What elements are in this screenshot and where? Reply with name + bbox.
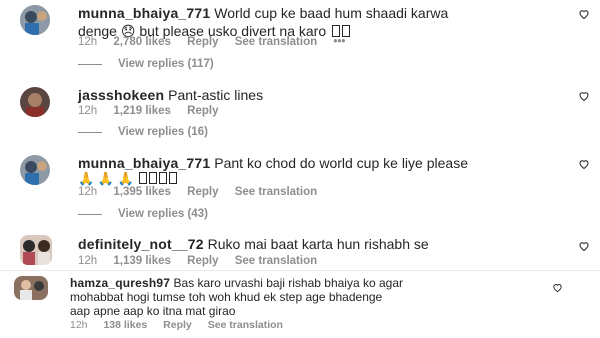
comment-text-line3: aap apne aap ko itna mat girao	[70, 304, 235, 318]
reply-button[interactable]: Reply	[163, 319, 192, 331]
section-divider	[0, 270, 600, 271]
heart-outline-icon[interactable]	[578, 8, 590, 20]
comment-body-line3: aap apne aap ko itna mat girao	[70, 304, 236, 318]
comment-meta: 12h 1,395 likes Reply See translation	[78, 185, 330, 199]
replies-divider-line	[78, 213, 102, 215]
view-replies-label: View replies (117)	[118, 58, 214, 70]
see-translation-link[interactable]: See translation	[235, 36, 317, 48]
avatar-definitely-not[interactable]	[20, 235, 52, 265]
comment-time: 12h	[70, 319, 88, 331]
comment-text: jassshokeen Pant-astic lines	[78, 87, 263, 104]
comment-likes[interactable]: 1,395 likes	[113, 186, 171, 198]
comment-text: hamza_quresh97 Bas karo urvashi baji ris…	[70, 276, 403, 290]
comment-time: 12h	[78, 105, 98, 117]
comment-body-line1: World cup ke baad hum shaadi karwa	[214, 5, 449, 21]
comment-body: Pant-astic lines	[168, 87, 264, 103]
comment-body: Ruko mai baat karta hun rishabh se	[207, 236, 429, 252]
comment-likes[interactable]: 1,139 likes	[113, 255, 171, 267]
heart-outline-icon[interactable]	[552, 282, 563, 293]
comment-meta: 12h 2,780 likes Reply See translation ••…	[78, 35, 358, 49]
comment-time: 12h	[78, 255, 98, 267]
avatar-image	[20, 235, 52, 265]
avatar-image	[20, 5, 50, 35]
comment-meta: 12h 1,219 likes Reply	[78, 104, 231, 118]
comment-body-line2: mohabbat hogi tumse toh woh khud ek step…	[70, 290, 383, 304]
avatar-hamza[interactable]	[14, 276, 48, 300]
comment-body-line1: Bas karo urvashi baji rishab bhaiya ko a…	[173, 276, 403, 290]
more-options-icon[interactable]: •••	[333, 36, 345, 48]
missing-glyph-icon	[159, 172, 168, 184]
comment-username[interactable]: munna_bhaiya_771	[78, 155, 210, 171]
reply-button[interactable]: Reply	[187, 36, 218, 48]
avatar-image	[20, 155, 50, 185]
comment-likes[interactable]: 1,219 likes	[113, 105, 171, 117]
comment-likes[interactable]: 2,780 likes	[113, 36, 171, 48]
comment-body-line1: Pant ko chod do world cup ke liye please	[214, 155, 468, 171]
view-replies-button[interactable]: View replies (117)	[78, 58, 214, 70]
avatar-jassshokeen[interactable]	[20, 87, 50, 117]
avatar-image	[20, 87, 50, 117]
heart-outline-icon[interactable]	[578, 158, 590, 170]
see-translation-link[interactable]: See translation	[235, 255, 317, 267]
view-replies-button[interactable]: View replies (43)	[78, 208, 208, 220]
heart-outline-icon[interactable]	[578, 90, 590, 102]
comment-text-line2: mohabbat hogi tumse toh woh khud ek step…	[70, 290, 382, 304]
reply-button[interactable]: Reply	[187, 255, 218, 267]
comment-username[interactable]: hamza_quresh97	[70, 276, 170, 290]
missing-glyph-icon	[149, 172, 158, 184]
replies-divider-line	[78, 131, 102, 133]
heart-outline-icon[interactable]	[578, 240, 590, 252]
avatar-munna-1[interactable]	[20, 5, 50, 35]
comment-time: 12h	[78, 36, 98, 48]
missing-glyph-icon	[139, 172, 148, 184]
avatar-munna-2[interactable]	[20, 155, 50, 185]
comment-username[interactable]: definitely_not__72	[78, 236, 204, 252]
comment-username[interactable]: munna_bhaiya_771	[78, 5, 210, 21]
see-translation-link[interactable]: See translation	[208, 319, 283, 331]
view-replies-label: View replies (43)	[118, 208, 208, 220]
comment-time: 12h	[78, 186, 98, 198]
avatar-image	[14, 276, 48, 300]
missing-glyph-icon	[169, 172, 178, 184]
see-translation-link[interactable]: See translation	[235, 186, 317, 198]
comment-meta: 12h 138 likes Reply See translation	[70, 318, 296, 332]
view-replies-button[interactable]: View replies (16)	[78, 126, 208, 138]
comment-meta: 12h 1,139 likes Reply See translation	[78, 254, 330, 268]
replies-divider-line	[78, 63, 102, 65]
comment-text: definitely_not__72 Ruko mai baat karta h…	[78, 236, 429, 253]
comment-username[interactable]: jassshokeen	[78, 87, 164, 103]
reply-button[interactable]: Reply	[187, 186, 218, 198]
comment-likes[interactable]: 138 likes	[103, 319, 147, 331]
reply-button[interactable]: Reply	[187, 105, 218, 117]
view-replies-label: View replies (16)	[118, 126, 208, 138]
comment-text: munna_bhaiya_771 World cup ke baad hum s…	[78, 5, 448, 22]
